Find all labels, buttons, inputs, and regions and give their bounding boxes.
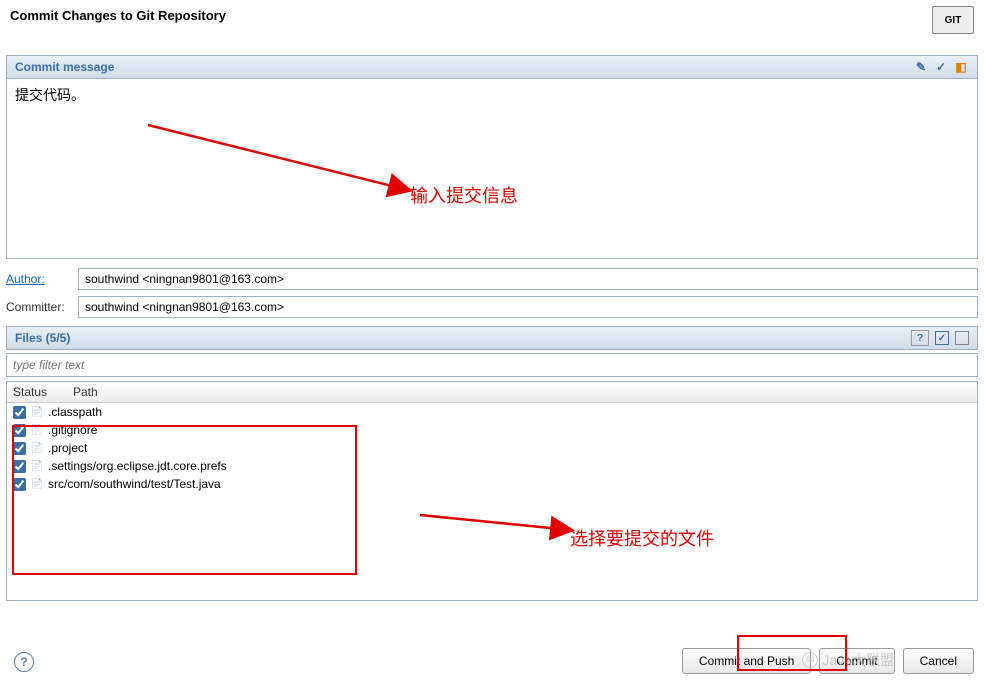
path-column[interactable]: Path [73, 385, 971, 399]
author-label[interactable]: Author: [6, 272, 74, 286]
status-column[interactable]: Status [13, 385, 73, 399]
files-table: Status Path 📄 .classpath 📄 .gitignore 📄 .proj… [6, 381, 978, 601]
dialog-title: Commit Changes to Git Repository [0, 0, 984, 31]
committer-label: Committer: [6, 300, 74, 314]
file-icon: 📄 [30, 441, 44, 455]
commit-message-input[interactable] [6, 79, 978, 259]
annotation-files: 选择要提交的文件 [570, 525, 714, 551]
select-all-icon[interactable]: ✓ [935, 331, 949, 345]
filter-input[interactable] [6, 353, 978, 377]
file-icon: 📄 [30, 459, 44, 473]
table-row[interactable]: 📄 .settings/org.eclipse.jdt.core.prefs [7, 457, 977, 475]
file-path: src/com/southwind/test/Test.java [48, 477, 221, 491]
file-path: .gitignore [48, 423, 97, 437]
table-row[interactable]: 📄 .classpath [7, 403, 977, 421]
annotation-commit-msg: 输入提交信息 [410, 182, 518, 208]
signoff-icon[interactable]: ✓ [933, 59, 949, 75]
deselect-all-icon[interactable] [955, 331, 969, 345]
files-toolbar: ? ✓ [911, 330, 969, 346]
table-header: Status Path [7, 382, 977, 403]
help-icon[interactable]: ? [14, 652, 34, 672]
watermark: ✉ Java大联盟 [802, 650, 894, 670]
table-row[interactable]: 📄 .project [7, 439, 977, 457]
table-row[interactable]: 📄 src/com/southwind/test/Test.java [7, 475, 977, 493]
file-checkbox[interactable] [13, 424, 26, 437]
committer-input[interactable] [78, 296, 978, 318]
file-checkbox[interactable] [13, 460, 26, 473]
files-count-label: Files (5/5) [15, 331, 70, 345]
file-icon: 📄 [30, 423, 44, 437]
file-icon: 📄 [30, 477, 44, 491]
file-path: .project [48, 441, 87, 455]
cancel-button[interactable]: Cancel [903, 648, 974, 674]
file-checkbox[interactable] [13, 406, 26, 419]
amend-icon[interactable]: ✎ [913, 59, 929, 75]
changeid-icon[interactable]: ◧ [953, 59, 969, 75]
commit-and-push-button[interactable]: Commit and Push [682, 648, 811, 674]
files-header: Files (5/5) ? ✓ [6, 326, 978, 350]
commit-toolbar: ✎ ✓ ◧ [913, 59, 969, 75]
table-row[interactable]: 📄 .gitignore [7, 421, 977, 439]
git-logo: GIT [932, 6, 974, 34]
commit-message-header: Commit message ✎ ✓ ◧ [6, 55, 978, 79]
file-checkbox[interactable] [13, 478, 26, 491]
files-help-icon[interactable]: ? [911, 330, 929, 346]
file-path: .settings/org.eclipse.jdt.core.prefs [48, 459, 227, 473]
file-path: .classpath [48, 405, 102, 419]
file-icon: 📄 [30, 405, 44, 419]
file-checkbox[interactable] [13, 442, 26, 455]
commit-message-label: Commit message [15, 60, 114, 74]
watermark-text: Java大联盟 [822, 650, 894, 670]
author-input[interactable] [78, 268, 978, 290]
wechat-icon: ✉ [802, 652, 818, 668]
